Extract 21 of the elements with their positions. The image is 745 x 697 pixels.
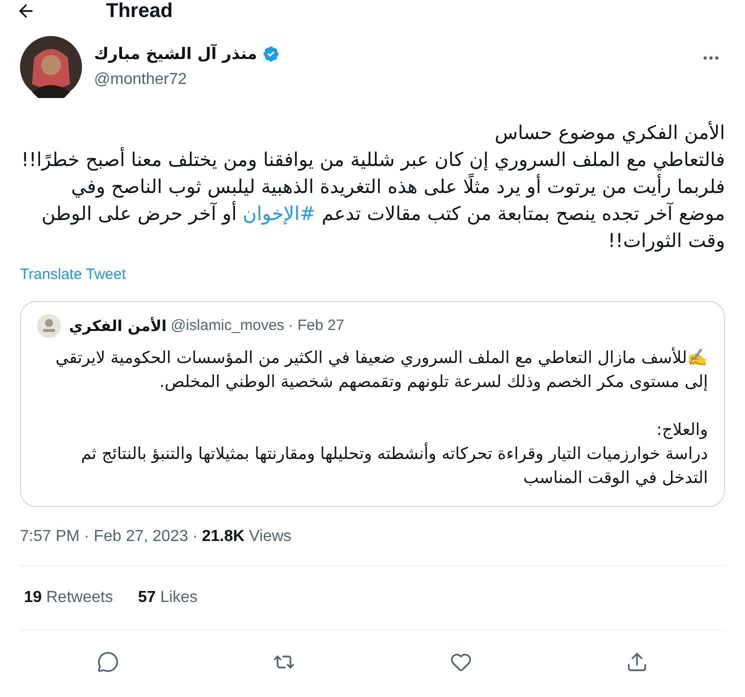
reply-icon[interactable] [97,651,120,673]
quoted-author-name: الأمن الفكري [69,316,167,337]
avatar-icon [37,314,61,338]
views-count: 21.8K Views [202,527,292,547]
quoted-text: ✍للأسف مازال التعاطي مع الملف السروري ضعيفا في الكثير من المؤسسات الحكومية لايرتقي إلى مستوى مكر الخصم وذلك لسرعة تلونهم وتقمصهم شخصية الوطني المخلص. [54,346,708,393]
share-icon[interactable] [626,651,648,673]
avatar-icon [20,36,82,98]
author-handle[interactable]: @monther72 [94,68,701,92]
likes-link[interactable]: 57 Likes [138,586,198,610]
quoted-date: · Feb 27 [288,316,344,336]
tweet-text: الأمن الفكري موضوع حساس [494,120,725,146]
quoted-author-handle: @islamic_moves [170,316,284,336]
tweet-text: فلربما رأيت من يرتوت أو يرد مثلًا على هذه التغريدة الذهبية ليلبس ثوب الناصح وفي موضع آخر تجده ينصح بمتابعة من كتب مقالات تدعم #الإخوان أو آخر حرض على الوطن وقت الثورات!! [20,174,725,255]
quoted-text: والعلاج: دراسة خوارزميات التيار وقراءة تحركاته وأنشطته وتحليلها ومقارنتها بمثيلاتها والتنبؤ بالنتائج ثم التدخل في الوقت المناسب [80,419,708,489]
retweets-link[interactable]: 19 Retweets [24,586,113,610]
page-title: Thread [106,1,173,21]
quoted-tweet-card[interactable] [20,301,725,507]
tweet-text: فالتعاطي مع الملف السروري إن كان عبر شللية من يوافقنا ومن يختلف معنا أصبح خطرًا!! [20,147,725,173]
like-icon[interactable] [450,651,472,673]
author-name[interactable]: منذر آل الشيخ مبارك [94,42,258,66]
tweet-timestamp[interactable]: 7:57 PM · Feb 27, 2023 · [20,525,198,549]
